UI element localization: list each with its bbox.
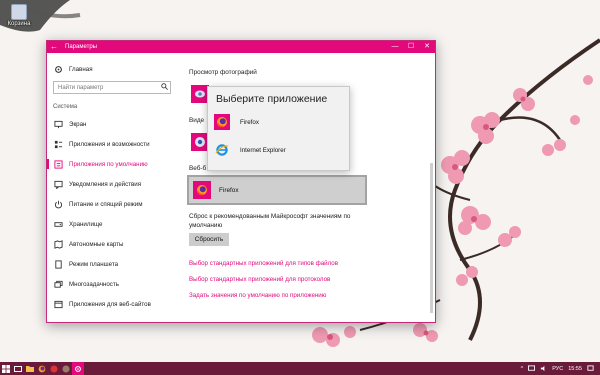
- sidebar-item-notifications[interactable]: Уведомления и действия: [47, 174, 177, 194]
- start-button[interactable]: [0, 362, 12, 375]
- sidebar-item-tablet-mode[interactable]: Режим планшета: [47, 254, 177, 274]
- sidebar-item-storage[interactable]: Хранилище: [47, 214, 177, 234]
- taskbar-app-generic[interactable]: [60, 362, 72, 375]
- gear-icon: [75, 365, 81, 372]
- sidebar-item-label: Приложения по умолчанию: [69, 160, 148, 168]
- action-center-icon[interactable]: [587, 365, 594, 372]
- map-icon: [53, 239, 63, 249]
- sidebar-item-label: Приложения и возможности: [69, 140, 150, 148]
- flyout-option-firefox[interactable]: Firefox: [214, 111, 342, 133]
- sidebar-item-label: Автономные карты: [69, 240, 124, 248]
- language-indicator[interactable]: РУС: [552, 366, 563, 372]
- minimize-button[interactable]: —: [387, 41, 403, 53]
- taskbar: ^ РУС 15:55: [0, 362, 600, 375]
- web-browser-app-button[interactable]: Firefox: [187, 175, 367, 205]
- app-defaults-link[interactable]: Задать значения по умолчанию по приложен…: [189, 292, 326, 299]
- network-icon[interactable]: [528, 365, 536, 372]
- folder-icon: [26, 365, 34, 372]
- power-icon: [53, 199, 63, 209]
- window-title: Параметры: [65, 44, 97, 50]
- search-icon[interactable]: [158, 83, 170, 92]
- flyout-option-internet-explorer[interactable]: Internet Explorer: [214, 139, 342, 161]
- volume-icon[interactable]: [540, 365, 547, 372]
- web-apps-icon: [53, 299, 63, 309]
- tablet-icon: [53, 259, 63, 269]
- app-icon: [62, 365, 70, 372]
- sidebar-item-label: Уведомления и действия: [69, 180, 142, 188]
- taskbar-firefox[interactable]: [36, 362, 48, 375]
- firefox-icon: [196, 185, 207, 196]
- reset-description: Сброс к рекомендованным Майкрософт значе…: [189, 213, 351, 229]
- system-tray: ^ РУС 15:55: [521, 365, 600, 372]
- recycle-bin-label: Корзина: [7, 21, 31, 27]
- apps-list-icon: [53, 139, 63, 149]
- back-arrow-icon[interactable]: ←: [47, 41, 61, 53]
- flyout-title: Выберите приложение: [216, 93, 328, 105]
- maximize-button[interactable]: ☐: [403, 41, 419, 53]
- sidebar-item-label: Режим планшета: [69, 260, 119, 268]
- notification-icon: [53, 179, 63, 189]
- default-apps-icon: [53, 159, 63, 169]
- video-player-heading: Виде: [189, 117, 205, 124]
- sidebar-item-multitasking[interactable]: Многозадачность: [47, 274, 177, 294]
- recycle-bin-shortcut[interactable]: Корзина: [4, 4, 34, 27]
- sidebar-item-label: Экран: [69, 120, 87, 128]
- gear-icon: [53, 64, 63, 74]
- taskbar-file-explorer[interactable]: [24, 362, 36, 375]
- sidebar-item-label: Питание и спящий режим: [69, 200, 143, 208]
- display-icon: [53, 119, 63, 129]
- sidebar-item-label: Многозадачность: [69, 280, 119, 288]
- clock[interactable]: 15:55: [568, 366, 582, 372]
- file-types-link[interactable]: Выбор стандартных приложений для типов ф…: [189, 260, 338, 267]
- firefox-icon: [38, 365, 46, 372]
- sidebar-home-label: Главная: [69, 65, 93, 73]
- internet-explorer-icon: [214, 142, 230, 158]
- tray-expand-icon[interactable]: ^: [521, 366, 524, 372]
- media-app-icon: [50, 365, 58, 372]
- settings-window: ← Параметры — ☐ ✕ Главная Найти параметр…: [46, 40, 436, 323]
- task-view-icon: [14, 365, 22, 372]
- storage-icon: [53, 219, 63, 229]
- sidebar-item-apps-features[interactable]: Приложения и возможности: [47, 134, 177, 154]
- sidebar: Главная Найти параметр Система Экран При…: [47, 53, 177, 322]
- protocols-link[interactable]: Выбор стандартных приложений для протоко…: [189, 276, 330, 283]
- sidebar-item-default-apps[interactable]: Приложения по умолчанию: [47, 154, 177, 174]
- title-bar: ← Параметры — ☐ ✕: [47, 41, 435, 53]
- taskbar-task-view[interactable]: [12, 362, 24, 375]
- web-browser-tile: [193, 181, 211, 199]
- app-chooser-flyout: Выберите приложение Firefox Internet Exp…: [207, 86, 350, 171]
- taskbar-media-app[interactable]: [48, 362, 60, 375]
- windows-logo-icon: [2, 364, 10, 373]
- sidebar-home[interactable]: Главная: [47, 59, 177, 79]
- photo-viewer-heading: Просмотр фотографий: [189, 69, 257, 76]
- sidebar-item-power[interactable]: Питание и спящий режим: [47, 194, 177, 214]
- search-input[interactable]: Найти параметр: [53, 81, 171, 94]
- flyout-option-label: Firefox: [240, 118, 259, 126]
- taskbar-settings[interactable]: [72, 362, 84, 375]
- recycle-bin-icon: [11, 4, 27, 20]
- video-app-icon: [195, 137, 205, 147]
- content-scrollbar[interactable]: [430, 163, 433, 313]
- web-browser-app-name: Firefox: [219, 186, 239, 194]
- photo-app-icon: [195, 90, 205, 98]
- close-button[interactable]: ✕: [419, 41, 435, 53]
- reset-button[interactable]: Сбросить: [189, 233, 229, 246]
- web-browser-heading: Веб-б: [189, 165, 207, 172]
- multitasking-icon: [53, 279, 63, 289]
- sidebar-item-label: Хранилище: [69, 220, 103, 228]
- sidebar-item-label: Приложения для веб-сайтов: [69, 300, 151, 308]
- sidebar-item-web-apps[interactable]: Приложения для веб-сайтов: [47, 294, 177, 314]
- flyout-option-label: Internet Explorer: [240, 146, 286, 154]
- sidebar-section-title: Система: [53, 104, 78, 110]
- sidebar-item-offline-maps[interactable]: Автономные карты: [47, 234, 177, 254]
- search-placeholder: Найти параметр: [58, 84, 104, 91]
- sidebar-item-display[interactable]: Экран: [47, 114, 177, 134]
- firefox-icon: [214, 114, 230, 130]
